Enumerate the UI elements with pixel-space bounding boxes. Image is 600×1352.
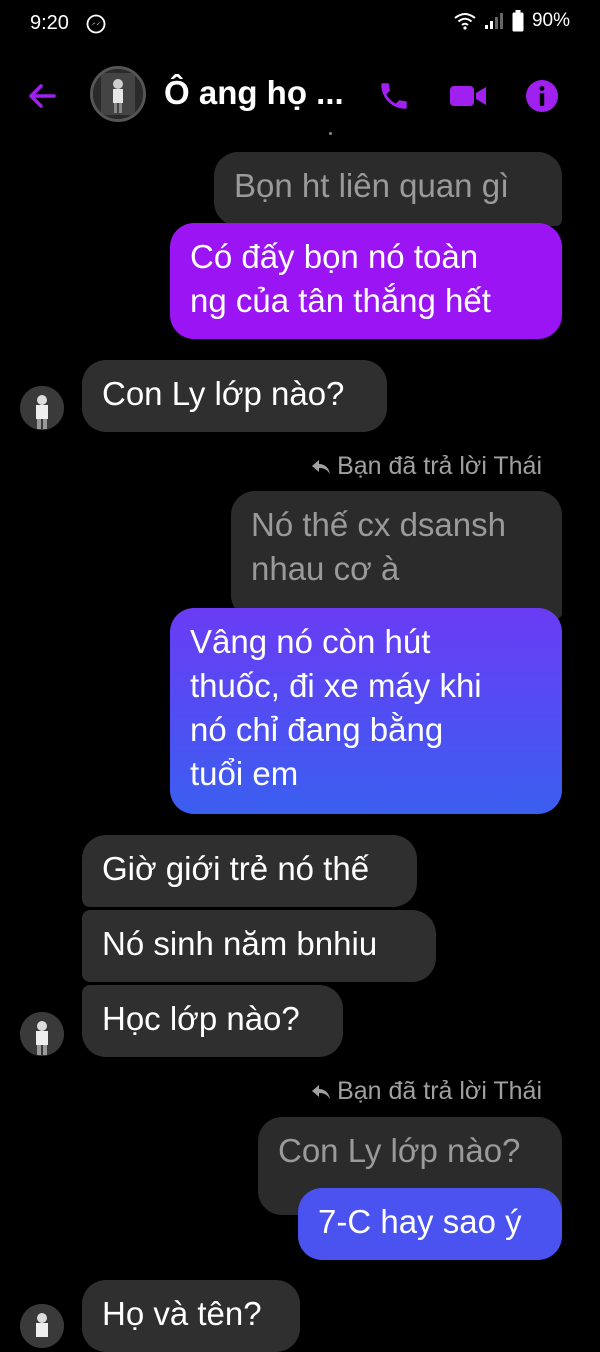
quoted-message[interactable]: Bọn ht liên quan gì bbox=[214, 152, 562, 226]
sent-message[interactable]: 7-C hay sao ý bbox=[298, 1188, 562, 1260]
reply-label: Bạn đã trả lời Thái bbox=[337, 1077, 542, 1105]
reply-label: Bạn đã trả lời Thái bbox=[337, 452, 542, 480]
contact-avatar[interactable] bbox=[20, 1012, 64, 1056]
received-message[interactable]: Con Ly lớp nào? bbox=[82, 360, 387, 432]
sent-message[interactable]: Vâng nó còn hút thuốc, đi xe máy khi nó … bbox=[170, 608, 562, 814]
divider-dot bbox=[329, 132, 332, 135]
reply-indicator: Bạn đã trả lời Thái bbox=[311, 452, 542, 481]
reply-indicator: Bạn đã trả lời Thái bbox=[311, 1077, 542, 1106]
status-time: 9:20 bbox=[30, 12, 69, 34]
messenger-icon bbox=[86, 14, 106, 34]
received-message[interactable]: Nó sinh năm bnhiu bbox=[82, 910, 436, 982]
video-icon bbox=[450, 86, 486, 106]
conversation-title[interactable]: Ô ang họ ... bbox=[164, 74, 344, 112]
phone-icon bbox=[381, 83, 407, 109]
received-message[interactable]: Giờ giới trẻ nó thế bbox=[82, 835, 417, 907]
avatar[interactable] bbox=[90, 66, 146, 122]
avatar-image bbox=[20, 386, 64, 430]
info-icon bbox=[526, 80, 558, 112]
signal-icon bbox=[484, 13, 503, 29]
reply-icon bbox=[312, 459, 331, 474]
wifi-icon bbox=[454, 13, 476, 30]
info-button[interactable] bbox=[520, 74, 564, 118]
received-message[interactable]: Họ và tên? bbox=[82, 1280, 300, 1352]
contact-avatar[interactable] bbox=[20, 386, 64, 430]
received-message[interactable]: Học lớp nào? bbox=[82, 985, 343, 1057]
battery-icon bbox=[512, 10, 524, 32]
avatar-image bbox=[93, 69, 143, 119]
avatar-image bbox=[20, 1304, 64, 1348]
reply-icon bbox=[312, 1084, 331, 1099]
avatar-image bbox=[20, 1012, 64, 1056]
contact-avatar[interactable] bbox=[20, 1304, 64, 1348]
status-indicators: 90% bbox=[454, 10, 570, 32]
battery-level: 90% bbox=[531, 10, 570, 31]
back-arrow-icon[interactable] bbox=[24, 76, 64, 116]
video-call-button[interactable] bbox=[446, 74, 490, 118]
sent-message[interactable]: Có đấy bọn nó toàn ng của tân thắng hết bbox=[170, 223, 562, 339]
call-button[interactable] bbox=[372, 74, 416, 118]
quoted-message[interactable]: Nó thế cx dsansh nhau cơ à bbox=[231, 491, 562, 619]
